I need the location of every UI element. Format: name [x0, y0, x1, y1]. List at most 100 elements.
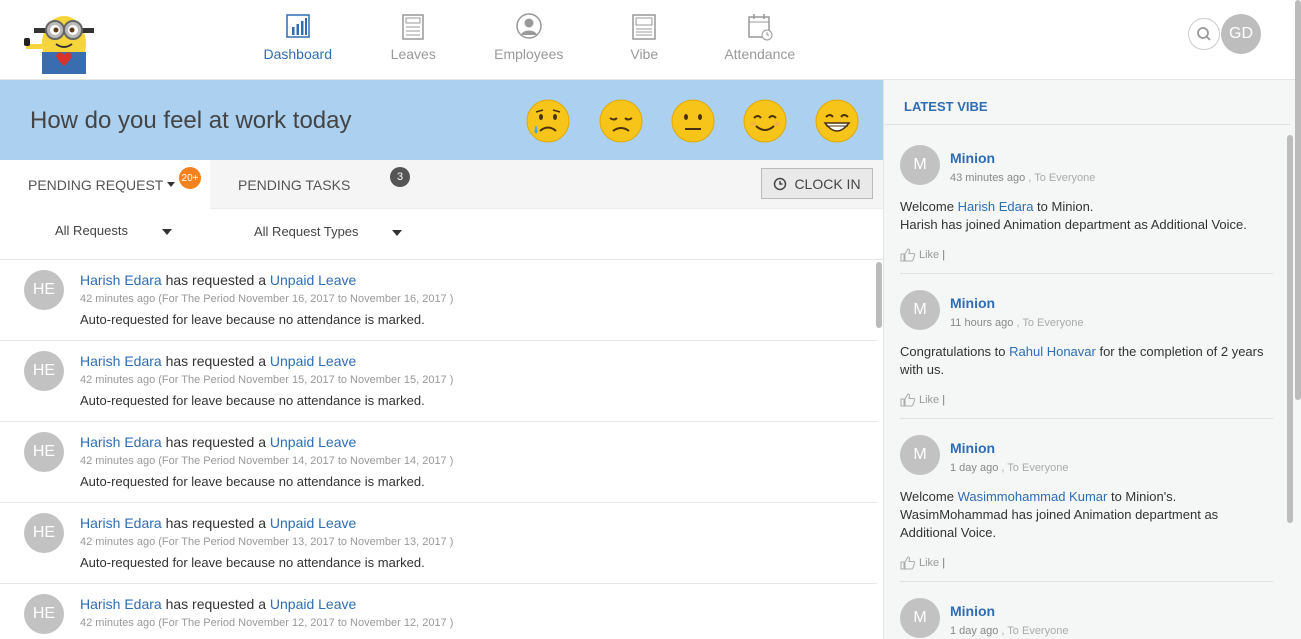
request-action: has requested a — [165, 272, 266, 288]
clock-in-button[interactable]: CLOCK IN — [761, 168, 873, 199]
like-button[interactable]: Like | — [900, 556, 945, 570]
mention-link[interactable]: Harish Edara — [958, 199, 1034, 214]
post-timestamp: 11 hours ago — [950, 317, 1014, 329]
post-text: to Minion. — [1033, 199, 1094, 214]
nav-vibe-label: Vibe — [630, 46, 659, 62]
thumbs-up-icon — [900, 393, 916, 407]
top-header: Dashboard Leaves Employees Vibe Attendan… — [0, 0, 1301, 80]
clock-icon — [774, 177, 787, 190]
like-button[interactable]: Like | — [900, 393, 945, 407]
search-button[interactable] — [1188, 18, 1220, 50]
list-item[interactable]: HE Harish Edara has requested a Unpaid L… — [0, 260, 877, 341]
post-author-link[interactable]: Minion — [950, 150, 995, 166]
leave-type-link[interactable]: Unpaid Leave — [270, 353, 356, 369]
nav-dashboard-label: Dashboard — [263, 46, 333, 62]
pending-request-list: HE Harish Edara has requested a Unpaid L… — [0, 260, 877, 639]
divider — [900, 418, 1273, 419]
post-text: Welcome — [900, 489, 958, 504]
post-timestamp: 1 day ago — [950, 625, 999, 637]
avatar: HE — [24, 594, 64, 634]
leave-type-link[interactable]: Unpaid Leave — [270, 515, 356, 531]
list-item[interactable]: HE Harish Edara has requested a Unpaid L… — [0, 341, 877, 422]
latest-vibe-panel: LATEST VIBE M Minion 43 minutes ago , To… — [883, 80, 1301, 639]
post-text: WasimMohammad has joined Animation depar… — [900, 507, 1219, 540]
request-action: has requested a — [165, 353, 266, 369]
request-meta: 42 minutes ago (For The Period November … — [80, 374, 454, 386]
leave-type-link[interactable]: Unpaid Leave — [270, 272, 356, 288]
document-list-icon — [402, 14, 424, 40]
post-body: Welcome Harish Edara to Minion. Harish h… — [900, 198, 1273, 234]
request-meta: 42 minutes ago (For The Period November … — [80, 617, 454, 629]
requester-link[interactable]: Harish Edara — [80, 434, 162, 450]
requester-link[interactable]: Harish Edara — [80, 515, 162, 531]
leave-type-link[interactable]: Unpaid Leave — [270, 596, 356, 612]
requests-filter-dropdown[interactable]: All Requests — [55, 223, 172, 238]
divider — [900, 581, 1273, 582]
list-item[interactable]: HE Harish Edara has requested a Unpaid L… — [0, 584, 877, 639]
request-tabs: PENDING REQUEST 20+ PENDING TASKS 3 CLOC… — [0, 160, 883, 209]
requester-link[interactable]: Harish Edara — [80, 272, 162, 288]
post-text: Congratulations to — [900, 344, 1010, 359]
request-summary: Harish Edara has requested a Unpaid Leav… — [80, 515, 356, 531]
like-label: Like — [919, 394, 940, 406]
vibe-post: M Minion 43 minutes ago , To Everyone We… — [900, 145, 1273, 290]
request-message: Auto-requested for leave because no atte… — [80, 393, 425, 408]
avatar: M — [900, 145, 940, 185]
request-message: Auto-requested for leave because no atte… — [80, 312, 425, 327]
avatar: HE — [24, 432, 64, 472]
nav-leaves-label: Leaves — [390, 46, 436, 62]
tab-pending-request[interactable]: PENDING REQUEST — [0, 160, 210, 209]
post-author-link[interactable]: Minion — [950, 295, 995, 311]
sad-tear-emoji-icon[interactable] — [526, 99, 570, 143]
mention-link[interactable]: Wasimmohammad Kumar — [958, 489, 1108, 504]
like-button[interactable]: Like | — [900, 248, 945, 262]
leave-type-link[interactable]: Unpaid Leave — [270, 434, 356, 450]
post-author-link[interactable]: Minion — [950, 440, 995, 456]
vibe-post: M Minion 11 hours ago , To Everyone Cong… — [900, 290, 1273, 435]
vibe-post: M Minion 1 day ago , To Everyone Welcome… — [900, 435, 1273, 598]
post-audience: , To Everyone — [1001, 625, 1069, 637]
post-time: 1 day ago , To Everyone — [950, 625, 1068, 637]
neutral-emoji-icon[interactable] — [671, 99, 715, 143]
requester-link[interactable]: Harish Edara — [80, 596, 162, 612]
post-audience: , To Everyone — [1028, 172, 1096, 184]
disappointed-emoji-icon[interactable] — [599, 99, 643, 143]
nav-dashboard[interactable]: Dashboard — [240, 0, 356, 80]
user-avatar[interactable]: GD — [1221, 14, 1261, 54]
request-action: has requested a — [165, 434, 266, 450]
request-filters: All Requests All Request Types — [0, 209, 883, 260]
newspaper-icon — [632, 14, 656, 40]
request-summary: Harish Edara has requested a Unpaid Leav… — [80, 353, 356, 369]
request-summary: Harish Edara has requested a Unpaid Leav… — [80, 272, 356, 288]
nav-attendance[interactable]: Attendance — [702, 0, 818, 80]
minion-logo[interactable] — [20, 8, 104, 74]
request-list-scrollbar[interactable] — [876, 262, 882, 328]
like-label: Like — [919, 557, 940, 569]
chevron-down-icon — [167, 182, 176, 187]
latest-vibe-heading: LATEST VIBE — [904, 99, 988, 114]
tab-pending-tasks[interactable]: PENDING TASKS — [238, 160, 350, 209]
smile-emoji-icon[interactable] — [743, 99, 787, 143]
grin-emoji-icon[interactable] — [815, 99, 859, 143]
nav-employees[interactable]: Employees — [471, 0, 587, 80]
nav-attendance-label: Attendance — [724, 46, 796, 62]
nav-leaves[interactable]: Leaves — [356, 0, 472, 80]
pending-request-badge: 20+ — [179, 167, 201, 189]
requests-filter-value: All Requests — [55, 223, 128, 238]
post-text: Welcome — [900, 199, 958, 214]
vibe-feed-scrollbar[interactable] — [1287, 135, 1293, 523]
tab-pending-tasks-label: PENDING TASKS — [238, 176, 351, 193]
list-item[interactable]: HE Harish Edara has requested a Unpaid L… — [0, 503, 877, 584]
like-separator: | — [942, 394, 946, 406]
request-message: Auto-requested for leave because no atte… — [80, 555, 425, 570]
calendar-clock-icon — [748, 14, 773, 41]
mention-link[interactable]: Rahul Honavar — [1009, 344, 1096, 359]
page-scrollbar[interactable] — [1295, 0, 1301, 400]
post-author-link[interactable]: Minion — [950, 603, 995, 619]
avatar: M — [900, 435, 940, 475]
request-types-filter-dropdown[interactable]: All Request Types — [254, 224, 403, 239]
requester-link[interactable]: Harish Edara — [80, 353, 162, 369]
list-item[interactable]: HE Harish Edara has requested a Unpaid L… — [0, 422, 877, 503]
post-time: 1 day ago , To Everyone — [950, 462, 1068, 474]
nav-vibe[interactable]: Vibe — [587, 0, 703, 80]
